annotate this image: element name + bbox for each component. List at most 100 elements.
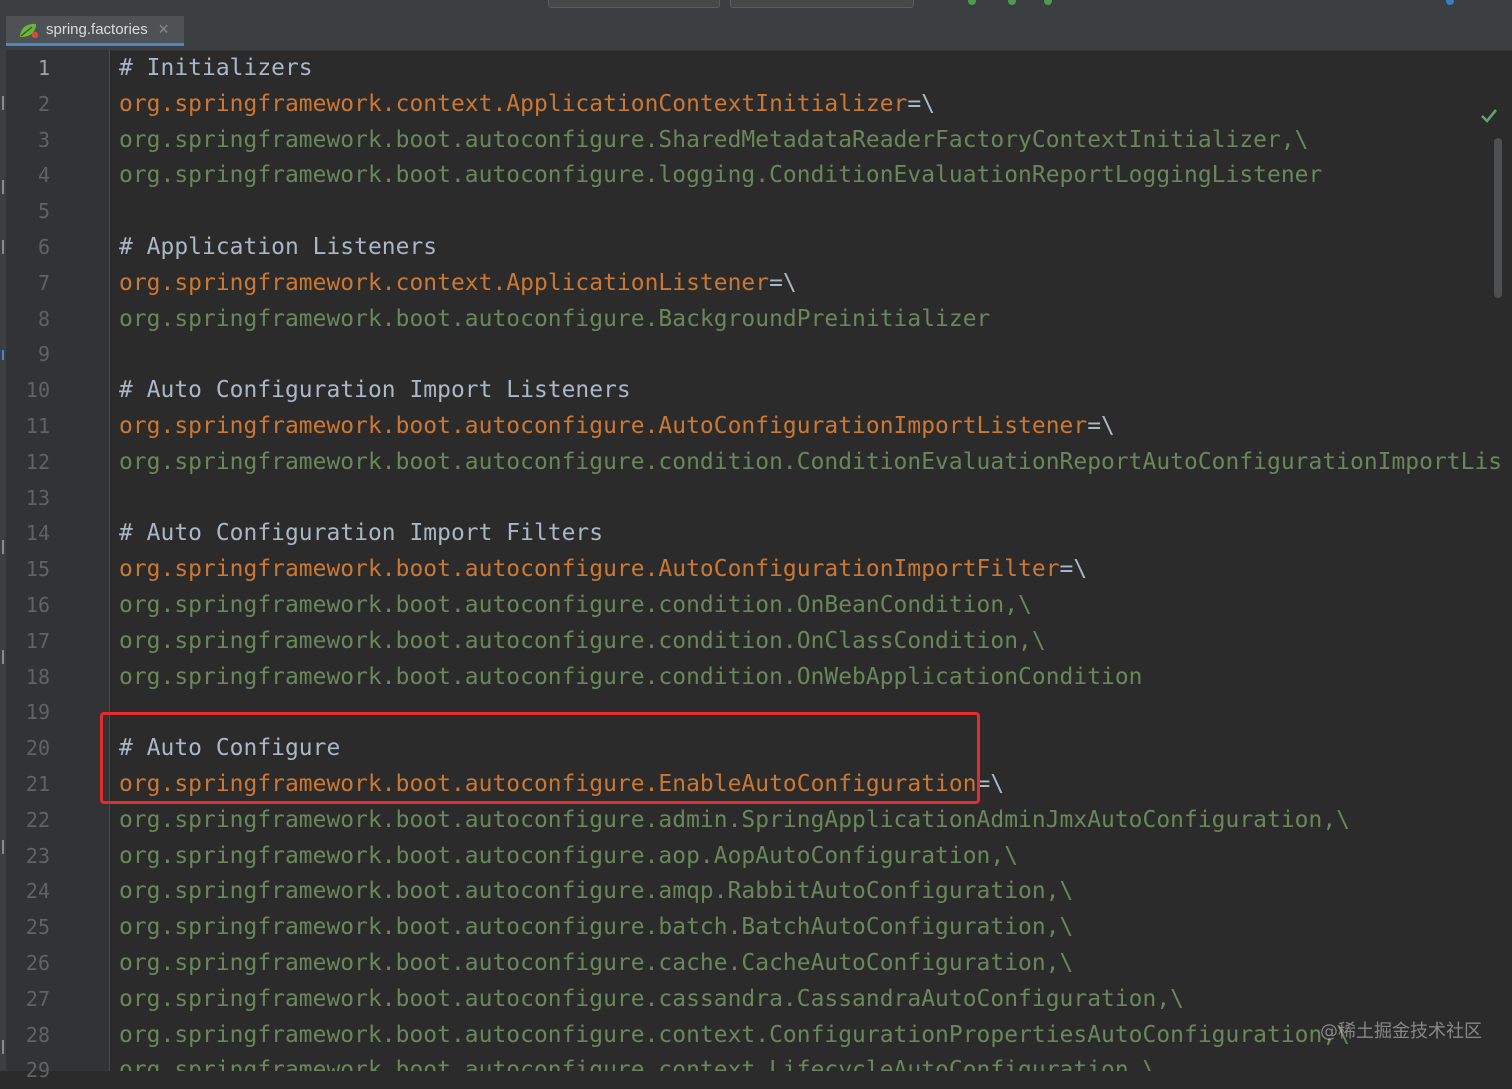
tool-window-marker[interactable] xyxy=(2,350,4,360)
line-number[interactable]: 7 xyxy=(6,266,50,302)
code-line[interactable]: org.springframework.boot.autoconfigure.c… xyxy=(110,982,1184,1018)
property-key: org.springframework.context.ApplicationC… xyxy=(110,91,907,117)
line-number[interactable]: 14 xyxy=(6,516,50,552)
code-line[interactable]: org.springframework.boot.autoconfigure.E… xyxy=(110,767,1004,803)
code-line[interactable]: # Application Listeners xyxy=(110,230,437,266)
property-value: org.springframework.boot.autoconfigure.c… xyxy=(110,449,1502,475)
blank-line xyxy=(110,699,119,725)
line-number[interactable]: 22 xyxy=(6,803,50,839)
tool-window-marker[interactable] xyxy=(2,650,4,664)
code-line[interactable]: # Auto Configuration Import Listeners xyxy=(110,373,631,409)
line-number[interactable]: 11 xyxy=(6,409,50,445)
assignment-operator: =\ xyxy=(907,91,935,117)
code-line[interactable]: org.springframework.boot.autoconfigure.c… xyxy=(110,660,1143,696)
code-line[interactable]: org.springframework.boot.autoconfigure.c… xyxy=(110,1018,1350,1054)
code-line[interactable]: org.springframework.boot.autoconfigure.S… xyxy=(110,123,1309,159)
code-line[interactable]: org.springframework.boot.autoconfigure.b… xyxy=(110,910,1073,946)
device-selector[interactable] xyxy=(730,0,914,8)
run-config-selector[interactable] xyxy=(548,0,720,8)
line-number[interactable]: 28 xyxy=(6,1018,50,1054)
line-number[interactable]: 19 xyxy=(6,695,50,731)
coverage-icon[interactable] xyxy=(1044,0,1052,5)
property-value: org.springframework.boot.autoconfigure.c… xyxy=(110,1022,1350,1048)
line-number[interactable]: 29 xyxy=(6,1053,50,1089)
code-line[interactable]: org.springframework.context.ApplicationC… xyxy=(110,87,935,123)
tool-window-marker[interactable] xyxy=(2,96,4,110)
line-number[interactable]: 2 xyxy=(6,87,50,123)
line-number[interactable]: 26 xyxy=(6,946,50,982)
tool-window-marker[interactable] xyxy=(2,240,4,254)
comment-text: # Auto Configuration Import Listeners xyxy=(110,377,631,403)
code-line[interactable]: org.springframework.boot.autoconfigure.c… xyxy=(110,445,1502,481)
line-number[interactable]: 12 xyxy=(6,445,50,481)
line-number[interactable]: 6 xyxy=(6,230,50,266)
line-number[interactable]: 20 xyxy=(6,731,50,767)
code-line[interactable]: # Initializers xyxy=(110,51,313,87)
code-line[interactable]: org.springframework.boot.autoconfigure.A… xyxy=(110,552,1087,588)
code-line[interactable] xyxy=(110,481,119,517)
line-number[interactable]: 9 xyxy=(6,337,50,373)
property-key: org.springframework.context.ApplicationL… xyxy=(110,270,769,296)
code-line[interactable]: org.springframework.context.ApplicationL… xyxy=(110,266,797,302)
line-number[interactable]: 17 xyxy=(6,624,50,660)
line-number[interactable]: 8 xyxy=(6,302,50,338)
blank-line xyxy=(110,341,119,367)
line-number-gutter[interactable]: 1234567891011121314151617181920212223242… xyxy=(6,50,110,1071)
tool-window-marker[interactable] xyxy=(2,180,4,194)
tab-label: spring.factories xyxy=(46,21,148,38)
code-line[interactable]: org.springframework.boot.autoconfigure.a… xyxy=(110,874,1073,910)
tab-spring-factories[interactable]: spring.factories ✕ xyxy=(6,16,184,46)
run-icon[interactable] xyxy=(968,0,976,5)
line-number[interactable]: 27 xyxy=(6,982,50,1018)
property-value: org.springframework.boot.autoconfigure.c… xyxy=(110,664,1143,690)
settings-icon[interactable] xyxy=(1446,0,1454,5)
blank-line xyxy=(110,198,119,224)
code-line[interactable]: # Auto Configuration Import Filters xyxy=(110,516,603,552)
line-number[interactable]: 18 xyxy=(6,660,50,696)
assignment-operator: =\ xyxy=(977,771,1005,797)
line-number[interactable]: 10 xyxy=(6,373,50,409)
property-key: org.springframework.boot.autoconfigure.A… xyxy=(110,556,1060,582)
code-line[interactable] xyxy=(110,695,119,731)
property-value: org.springframework.boot.autoconfigure.c… xyxy=(110,628,1046,654)
property-value: org.springframework.boot.autoconfigure.a… xyxy=(110,807,1350,833)
property-value: org.springframework.boot.autoconfigure.b… xyxy=(110,914,1073,940)
debug-icon[interactable] xyxy=(1008,0,1016,5)
property-value: org.springframework.boot.autoconfigure.c… xyxy=(110,592,1032,618)
code-line[interactable]: org.springframework.boot.autoconfigure.a… xyxy=(110,803,1350,839)
check-icon[interactable] xyxy=(1480,107,1498,125)
code-line[interactable]: org.springframework.boot.autoconfigure.c… xyxy=(110,1053,1156,1071)
tool-window-marker[interactable] xyxy=(2,840,4,854)
watermark: @稀土掘金技术社区 xyxy=(1320,1017,1482,1043)
code-line[interactable]: org.springframework.boot.autoconfigure.c… xyxy=(110,946,1073,982)
line-number[interactable]: 15 xyxy=(6,552,50,588)
property-value: org.springframework.boot.autoconfigure.c… xyxy=(110,1057,1156,1071)
code-editor[interactable]: # Initializers org.springframework.contex… xyxy=(110,50,1502,1071)
line-number[interactable]: 21 xyxy=(6,767,50,803)
line-number[interactable]: 3 xyxy=(6,123,50,159)
comment-text: # Initializers xyxy=(110,55,313,81)
code-line[interactable]: org.springframework.boot.autoconfigure.l… xyxy=(110,158,1322,194)
line-number[interactable]: 16 xyxy=(6,588,50,624)
code-line[interactable] xyxy=(110,194,119,230)
code-line[interactable]: org.springframework.boot.autoconfigure.c… xyxy=(110,624,1046,660)
tool-window-marker[interactable] xyxy=(2,1040,4,1054)
code-line[interactable] xyxy=(110,337,119,373)
line-number[interactable]: 5 xyxy=(6,194,50,230)
line-number[interactable]: 13 xyxy=(6,481,50,517)
code-line[interactable]: org.springframework.boot.autoconfigure.a… xyxy=(110,839,1018,875)
line-number[interactable]: 4 xyxy=(6,158,50,194)
tool-window-marker[interactable] xyxy=(2,540,4,554)
code-line[interactable]: org.springframework.boot.autoconfigure.A… xyxy=(110,409,1115,445)
assignment-operator: =\ xyxy=(769,270,797,296)
line-number[interactable]: 23 xyxy=(6,839,50,875)
close-icon[interactable]: ✕ xyxy=(158,22,170,38)
code-line[interactable]: org.springframework.boot.autoconfigure.c… xyxy=(110,588,1032,624)
line-number[interactable]: 1 xyxy=(6,51,50,87)
vertical-scrollbar[interactable] xyxy=(1494,138,1502,298)
line-number[interactable]: 24 xyxy=(6,874,50,910)
code-line[interactable]: org.springframework.boot.autoconfigure.B… xyxy=(110,302,990,338)
property-value: org.springframework.boot.autoconfigure.l… xyxy=(110,162,1322,188)
code-line[interactable]: # Auto Configure xyxy=(110,731,340,767)
line-number[interactable]: 25 xyxy=(6,910,50,946)
